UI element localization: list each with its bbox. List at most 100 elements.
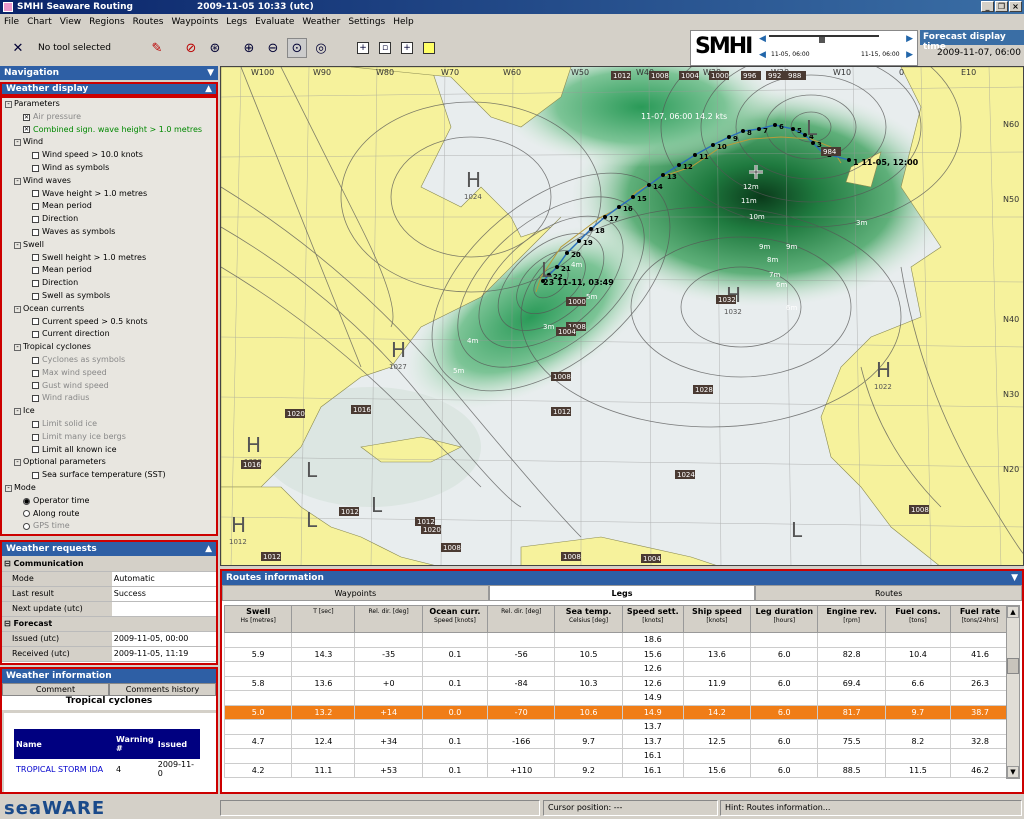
checkbox[interactable]	[32, 267, 39, 275]
checkbox[interactable]	[32, 433, 39, 441]
route-delete-icon[interactable]: ⊘	[181, 38, 201, 58]
route-waypoint[interactable]	[589, 227, 593, 231]
tree-item[interactable]: Swell height > 1.0 metres	[2, 252, 216, 265]
checkbox[interactable]	[32, 331, 39, 339]
expand-icon[interactable]: -	[14, 139, 21, 147]
route-waypoint[interactable]	[647, 183, 651, 187]
table-row[interactable]: 4.2 11.1 +53 0.1 +110 9.2 16.1 15.6 6.0 88.5 11.5 4…	[223, 762, 1010, 778]
checkbox[interactable]	[32, 216, 39, 224]
close-button[interactable]: ×	[1009, 1, 1022, 12]
next-icon[interactable]: ▶	[906, 34, 913, 44]
no-tool-icon[interactable]: ✕	[8, 38, 28, 58]
tree-item[interactable]: Wind as symbols	[2, 162, 216, 175]
group-header[interactable]: ⊟ Forecast	[2, 616, 216, 632]
checkbox[interactable]	[32, 280, 39, 288]
tree-item[interactable]: Waves as symbols	[2, 226, 216, 239]
tree-item[interactable]: Gust wind speed	[2, 380, 216, 393]
tree-item[interactable]: ✕ Combined sign. wave height > 1.0 metres	[2, 124, 216, 137]
expand-icon[interactable]: -	[14, 305, 21, 313]
table-row[interactable]: 18.6	[223, 632, 1010, 648]
route-waypoint[interactable]	[773, 123, 777, 127]
next-step-icon[interactable]: ▶	[906, 50, 913, 60]
tree-item[interactable]: Limit solid ice	[2, 418, 216, 431]
menu-item-routes[interactable]: Routes	[133, 17, 164, 27]
tree-item[interactable]: - Optional parameters	[2, 456, 216, 469]
expand-icon[interactable]: ▲	[205, 544, 212, 554]
minimize-button[interactable]: _	[981, 1, 994, 12]
checkbox[interactable]	[32, 472, 39, 479]
expand-icon[interactable]: -	[14, 408, 21, 416]
route-waypoint[interactable]	[811, 141, 815, 145]
checkbox[interactable]	[32, 318, 39, 326]
tree-item[interactable]: Direction	[2, 277, 216, 290]
route-waypoint[interactable]	[727, 135, 731, 139]
prev-icon[interactable]: ◀	[759, 34, 766, 44]
zoom-reset-icon[interactable]: ◎	[311, 38, 331, 58]
weather-information-header[interactable]: Weather information	[2, 669, 216, 683]
route-waypoint[interactable]	[577, 239, 581, 243]
table-row[interactable]: 5.8 13.6 +0 0.1 -84 10.3 12.6 11.9 6.0 69.4 6.6 26.…	[223, 675, 1010, 691]
zoom-in-icon[interactable]: ⊕	[239, 38, 259, 58]
column-header[interactable]: Ocean curr. Speed [knots]	[421, 605, 489, 633]
tree-item[interactable]: ✕ Air pressure	[2, 111, 216, 124]
add-icon[interactable]: +	[357, 42, 369, 54]
group-header[interactable]: ⊟ Communication	[2, 556, 216, 572]
radio-button[interactable]: ●	[23, 497, 30, 505]
checkbox[interactable]	[32, 190, 39, 198]
tree-item[interactable]: Swell as symbols	[2, 290, 216, 303]
menu-item-waypoints[interactable]: Waypoints	[171, 17, 218, 27]
checkbox[interactable]	[32, 164, 39, 172]
table-row[interactable]: 4.7 12.4 +34 0.1 -166 9.7 13.7 12.5 6.0 75.5 8.2 32…	[223, 733, 1010, 749]
checkbox[interactable]	[32, 228, 39, 236]
tree-item[interactable]: Along route	[2, 508, 216, 521]
time-slider-handle[interactable]	[819, 37, 825, 43]
tree-item[interactable]: Max wind speed	[2, 367, 216, 380]
column-header[interactable]: Leg duration [hours]	[750, 605, 819, 633]
tree-item[interactable]: Cyclones as symbols	[2, 354, 216, 367]
checkbox[interactable]	[32, 292, 39, 300]
tree-item[interactable]: ● Operator time	[2, 495, 216, 508]
tree-item[interactable]: Wind radius	[2, 392, 216, 405]
checkbox[interactable]: ✕	[23, 113, 30, 121]
menu-item-file[interactable]: File	[4, 17, 19, 27]
menu-item-chart[interactable]: Chart	[27, 17, 52, 27]
route-edit-icon[interactable]: ✎	[147, 38, 167, 58]
prev-step-icon[interactable]: ◀	[759, 50, 766, 60]
route-waypoint[interactable]	[661, 173, 665, 177]
tree-item[interactable]: Limit many ice bergs	[2, 431, 216, 444]
expand-icon[interactable]: -	[14, 459, 21, 467]
route-waypoint[interactable]	[791, 127, 795, 131]
table-row[interactable]: 5.0 13.2 +14 0.0 -70 10.6 14.9 14.2 6.0 81.7 9.7 38…	[223, 704, 1010, 720]
expand-icon[interactable]: -	[5, 100, 12, 108]
checkbox[interactable]	[32, 446, 39, 454]
table-row[interactable]: 16.1	[223, 748, 1010, 764]
checkbox[interactable]	[32, 382, 39, 390]
route-waypoint[interactable]	[741, 129, 745, 133]
zoom-select-icon[interactable]: ⊙	[287, 38, 307, 58]
route-waypoint[interactable]	[617, 205, 621, 209]
tree-item[interactable]: Sea surface temperature (SST)	[2, 469, 216, 482]
scroll-thumb[interactable]	[1007, 658, 1019, 674]
add-waypoint-icon[interactable]: +	[401, 42, 413, 54]
tree-item[interactable]: - Wind waves	[2, 175, 216, 188]
column-header[interactable]: Rel. dir. [deg]	[354, 605, 423, 633]
collapse-icon[interactable]: ▼	[207, 68, 214, 78]
column-header[interactable]: Fuel rate [tons/24hrs]	[950, 605, 1010, 633]
tree-item[interactable]: Limit all known ice	[2, 444, 216, 457]
menu-item-evaluate[interactable]: Evaluate	[255, 17, 294, 27]
radio-button[interactable]	[23, 523, 30, 531]
route-waypoint[interactable]	[631, 195, 635, 199]
zoom-out-icon[interactable]: ⊖	[263, 38, 283, 58]
checkbox[interactable]	[32, 420, 39, 428]
tree-item[interactable]: - Ocean currents	[2, 303, 216, 316]
route-waypoint[interactable]	[693, 153, 697, 157]
navigation-header[interactable]: Navigation ▼	[0, 66, 218, 80]
tab-waypoints[interactable]: Waypoints	[222, 585, 489, 601]
tree-item[interactable]: - Swell	[2, 239, 216, 252]
scroll-up-icon[interactable]: ▲	[1007, 606, 1019, 618]
column-header[interactable]: Sea temp. Celsius [deg]	[554, 605, 623, 633]
tree-item[interactable]: - Parameters	[2, 98, 216, 111]
tree-item[interactable]: Current speed > 0.5 knots	[2, 316, 216, 329]
column-header[interactable]: Rel. dir. [deg]	[487, 605, 556, 633]
table-row[interactable]: 12.6	[223, 661, 1010, 677]
